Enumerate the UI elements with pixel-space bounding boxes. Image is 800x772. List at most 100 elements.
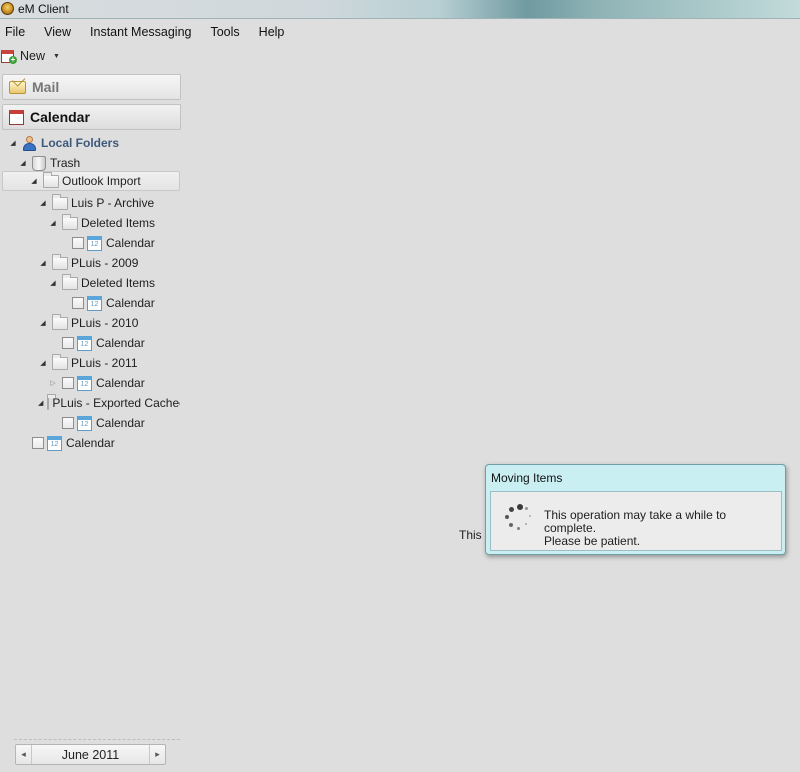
expand-arrow-icon[interactable]: ◢ (38, 259, 48, 267)
loading-spinner-icon (505, 504, 535, 534)
expand-arrow-icon[interactable]: ◢ (38, 399, 43, 407)
moving-items-dialog: Moving Items This operation may take a w… (485, 464, 786, 555)
tree-item-label: Trash (50, 156, 81, 170)
sidebar: Mail Calendar ◢ Local Folders ◢ Trash ◢ … (0, 70, 184, 772)
tree-item-label: Calendar (106, 236, 155, 250)
next-month-button[interactable]: ▸ (149, 745, 165, 764)
menu-file[interactable]: File (5, 25, 25, 39)
tree-item-label: PLuis - 2010 (71, 316, 139, 330)
month-label[interactable]: June 2011 (32, 748, 149, 762)
menu-tools[interactable]: Tools (210, 25, 239, 39)
tree-item-calendar[interactable]: 12 Calendar (72, 293, 155, 313)
mail-icon (9, 80, 26, 94)
main-content: This f (184, 70, 800, 772)
sidebar-divider (14, 739, 180, 740)
calendar-checkbox[interactable] (32, 437, 44, 449)
dialog-message-line-1: This operation may take a while to compl… (544, 508, 727, 535)
expand-arrow-icon[interactable]: ◢ (38, 359, 48, 367)
calendar-checkbox[interactable] (62, 337, 74, 349)
calendar-icon: 12 (77, 375, 92, 391)
toolbar: + New ▼ (0, 44, 800, 68)
tree-item-label: Calendar (96, 416, 145, 430)
dialog-message-line-2: Please be patient. (544, 534, 641, 548)
tree-item-deleted-items[interactable]: ◢ Deleted Items (48, 213, 155, 233)
tree-item-calendar[interactable]: ▷ 12 Calendar (48, 373, 145, 393)
calendar-icon: 12 (77, 415, 92, 431)
tree-item-calendar[interactable]: 12 Calendar (32, 433, 115, 453)
folder-icon (47, 393, 57, 410)
folder-icon (52, 253, 68, 270)
menu-help[interactable]: Help (259, 25, 285, 39)
new-calendar-item-icon: + (1, 49, 17, 64)
tree-item-deleted-items[interactable]: ◢ Deleted Items (48, 273, 155, 293)
expand-arrow-icon[interactable]: ◢ (38, 199, 48, 207)
folder-icon (52, 193, 68, 210)
previous-month-button[interactable]: ◂ (16, 745, 32, 764)
tree-item-label: Calendar (66, 436, 115, 450)
expand-arrow-icon[interactable]: ◢ (48, 279, 58, 287)
mail-section-label: Mail (32, 79, 60, 95)
tree-item-pluis-exported-cached[interactable]: ◢ PLuis - Exported Cached (38, 393, 180, 413)
tree-item-label: PLuis - 2011 (71, 356, 138, 370)
calendar-checkbox[interactable] (62, 377, 74, 389)
chevron-down-icon[interactable]: ▼ (53, 53, 60, 60)
tree-item-label: Local Folders (41, 136, 120, 150)
tree-item-label: Deleted Items (81, 216, 156, 230)
tree-item-pluis-2010[interactable]: ◢ PLuis - 2010 (38, 313, 138, 333)
title-bar: eM Client (0, 0, 800, 19)
month-navigator: ◂ June 2011 ▸ (15, 744, 166, 765)
tree-item-label: PLuis - Exported Cached (52, 396, 180, 410)
tree-item-outlook-import[interactable]: ◢ Outlook Import (2, 171, 180, 191)
tree-item-luis-p-archive[interactable]: ◢ Luis P - Archive (38, 193, 154, 213)
tree-item-trash[interactable]: ◢ Trash (18, 153, 80, 173)
dialog-title: Moving Items (491, 471, 563, 485)
tree-item-label: Outlook Import (62, 174, 141, 188)
menu-bar: File View Instant Messaging Tools Help (0, 19, 800, 44)
new-button-label: New (20, 49, 46, 63)
expand-arrow-icon[interactable]: ◢ (8, 139, 18, 147)
window-title: eM Client (18, 2, 69, 16)
dialog-message: This operation may take a while to compl… (544, 509, 781, 548)
tree-item-local-folders[interactable]: ◢ Local Folders (8, 133, 119, 153)
tree-item-label: Calendar (106, 296, 155, 310)
trash-icon (32, 155, 46, 171)
tree-item-label: Luis P - Archive (71, 196, 155, 210)
calendar-icon (9, 109, 24, 125)
expand-arrow-icon[interactable]: ◢ (29, 177, 39, 185)
folder-icon (62, 213, 78, 230)
folder-icon (43, 171, 59, 188)
folder-icon (52, 353, 68, 370)
user-icon (22, 135, 37, 151)
background-message: This f (459, 528, 489, 542)
calendar-icon: 12 (47, 435, 62, 451)
collapse-arrow-icon[interactable]: ▷ (48, 379, 58, 387)
calendar-checkbox[interactable] (72, 237, 84, 249)
calendar-icon: 12 (77, 335, 92, 351)
tree-item-label: Deleted Items (81, 276, 156, 290)
tree-item-calendar[interactable]: 12 Calendar (62, 413, 145, 433)
calendar-icon: 12 (87, 235, 102, 251)
calendar-checkbox[interactable] (62, 417, 74, 429)
expand-arrow-icon[interactable]: ◢ (18, 159, 28, 167)
calendar-checkbox[interactable] (72, 297, 84, 309)
tree-item-pluis-2009[interactable]: ◢ PLuis - 2009 (38, 253, 138, 273)
calendar-icon: 12 (87, 295, 102, 311)
mail-section-button[interactable]: Mail (2, 74, 181, 100)
tree-item-label: PLuis - 2009 (71, 256, 139, 270)
menu-instant-messaging[interactable]: Instant Messaging (90, 25, 191, 39)
tree-item-calendar[interactable]: 12 Calendar (62, 333, 145, 353)
folder-icon (62, 273, 78, 290)
expand-arrow-icon[interactable]: ◢ (38, 319, 48, 327)
tree-item-calendar[interactable]: 12 Calendar (72, 233, 155, 253)
tree-item-pluis-2011[interactable]: ◢ PLuis - 2011 (38, 353, 138, 373)
app-logo-icon (1, 2, 14, 15)
tree-item-label: Calendar (96, 376, 145, 390)
expand-arrow-icon[interactable]: ◢ (48, 219, 58, 227)
folder-icon (52, 313, 68, 330)
tree-item-label: Calendar (96, 336, 145, 350)
dialog-body: This operation may take a while to compl… (490, 491, 782, 551)
calendar-section-button[interactable]: Calendar (2, 104, 181, 130)
calendar-section-label: Calendar (30, 109, 90, 125)
new-button[interactable]: + New ▼ (1, 46, 63, 66)
menu-view[interactable]: View (44, 25, 71, 39)
